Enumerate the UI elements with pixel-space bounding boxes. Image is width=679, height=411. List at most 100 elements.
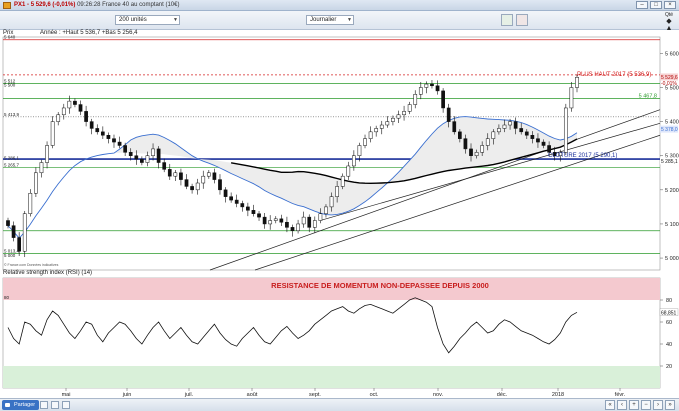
zoom-controls: « ‹ + − › » bbox=[605, 400, 675, 410]
candle-body bbox=[491, 131, 496, 139]
candle-body bbox=[67, 100, 72, 109]
candle-body bbox=[513, 121, 518, 129]
candle-body bbox=[84, 111, 88, 122]
settings-icon[interactable] bbox=[62, 401, 70, 409]
candle-body bbox=[480, 145, 485, 153]
candle-body bbox=[547, 145, 551, 153]
print-icon[interactable] bbox=[40, 401, 48, 409]
units-select[interactable]: 200 unités ▼ bbox=[115, 15, 180, 25]
chart-svg: 5 0005 1005 2005 3005 4005 5005 60080604… bbox=[2, 35, 679, 398]
candle-body bbox=[22, 213, 27, 252]
candle-body bbox=[179, 172, 183, 180]
candle-body bbox=[530, 134, 535, 139]
candle-body bbox=[357, 145, 362, 156]
units-select-value: 200 unités bbox=[119, 17, 147, 23]
candle-body bbox=[123, 145, 127, 153]
data-source-note: © France.com Données indicatives bbox=[4, 263, 59, 267]
candle-body bbox=[56, 114, 61, 122]
candle-body bbox=[190, 186, 194, 191]
candle-body bbox=[519, 128, 524, 133]
rsi-label: Relative strength index (RSI) (14) bbox=[3, 270, 93, 276]
candle-body bbox=[257, 213, 261, 218]
rsi-value-tag: 68,851 bbox=[661, 310, 677, 316]
candle-body bbox=[307, 216, 312, 228]
annotation-high-2017: PLUS HAUT 2017 (5 536,9) bbox=[577, 72, 651, 78]
candle-body bbox=[156, 148, 161, 163]
price-label: Prix bbox=[3, 30, 14, 36]
candle-body bbox=[452, 121, 457, 133]
y-tick-label: 5 600 bbox=[665, 51, 679, 57]
rsi-tick-label: 20 bbox=[666, 364, 672, 370]
y-tick-label: 5 100 bbox=[665, 222, 679, 228]
candle-body bbox=[502, 124, 507, 129]
candle-body bbox=[262, 216, 267, 225]
prev-icon[interactable]: ‹ bbox=[617, 400, 627, 410]
period-select[interactable]: Journalier ▼ bbox=[306, 15, 354, 25]
candle-body bbox=[162, 162, 167, 170]
close-icon[interactable]: × bbox=[664, 1, 676, 9]
y-tick-label: 5 400 bbox=[665, 120, 679, 126]
chart-type-icon[interactable] bbox=[501, 14, 513, 26]
next-icon[interactable]: › bbox=[653, 400, 663, 410]
candle-body bbox=[78, 104, 83, 112]
share-button[interactable]: Partager bbox=[2, 400, 40, 410]
candle-body bbox=[329, 196, 334, 208]
zoom-control[interactable]: Qté ◆ ▲ bbox=[665, 12, 673, 32]
chevron-down-icon: ▼ bbox=[347, 17, 352, 23]
maximize-icon[interactable]: □ bbox=[650, 1, 662, 9]
annotation-close-2017: CLOTURE 2017 (5 290,1) bbox=[548, 153, 617, 159]
annotation-momentum: RESISTANCE DE MOMENTUM NON-DEPASSEE DEPU… bbox=[271, 281, 489, 290]
left-level-label: 5 265,7 bbox=[4, 162, 20, 167]
candle-body bbox=[575, 77, 579, 88]
minimize-icon[interactable]: – bbox=[636, 1, 648, 9]
candle-body bbox=[145, 155, 150, 163]
left-level-label: 5 000 bbox=[4, 253, 16, 258]
rsi-zone-label: 80 bbox=[4, 295, 10, 300]
candle-body bbox=[61, 107, 66, 116]
candle-body bbox=[340, 175, 345, 187]
candle-body bbox=[396, 114, 401, 119]
candle-body bbox=[413, 94, 418, 105]
candle-body bbox=[318, 213, 323, 221]
candle-body bbox=[39, 162, 44, 174]
candle-body bbox=[446, 107, 451, 122]
candle-body bbox=[379, 124, 384, 129]
candle-body bbox=[201, 175, 206, 184]
zoom-in-icon[interactable]: + bbox=[629, 400, 639, 410]
candle-body bbox=[268, 220, 273, 225]
candle-body bbox=[151, 148, 155, 156]
candle-body bbox=[485, 138, 490, 146]
candle-body bbox=[563, 107, 568, 153]
status-bar: Partager « ‹ + − › » bbox=[0, 398, 679, 411]
candle-body bbox=[536, 138, 540, 143]
candle-body bbox=[234, 199, 239, 204]
year-range-label: Année : +Haut 5 536,7 +Bas 5 256,4 bbox=[40, 30, 138, 36]
candle-body bbox=[324, 206, 328, 214]
candle-body bbox=[6, 220, 10, 226]
first-icon[interactable]: « bbox=[605, 400, 615, 410]
candle-body bbox=[374, 128, 379, 133]
rsi-tick-label: 60 bbox=[666, 320, 672, 326]
candle-body bbox=[218, 179, 222, 191]
period-select-value: Journalier bbox=[310, 17, 337, 23]
rsi-tick-label: 80 bbox=[666, 298, 672, 304]
export-icon[interactable] bbox=[51, 401, 59, 409]
rsi-tick-label: 40 bbox=[666, 342, 672, 348]
title-rest: 09:26:28 France 40 au comptant (10€) bbox=[77, 2, 180, 8]
last-icon[interactable]: » bbox=[665, 400, 675, 410]
close-tag: 5 285,1 bbox=[661, 159, 678, 165]
left-level-label: 5 286,1 bbox=[4, 155, 20, 160]
indicator-icon[interactable] bbox=[516, 14, 528, 26]
candle-body bbox=[240, 203, 245, 208]
candle-body bbox=[430, 83, 434, 87]
window-controls: – □ × bbox=[636, 1, 676, 9]
candle-body bbox=[569, 87, 574, 109]
candle-body bbox=[335, 186, 339, 197]
candle-body bbox=[212, 172, 217, 180]
candle-body bbox=[251, 210, 256, 214]
zoom-out-icon[interactable]: − bbox=[641, 400, 651, 410]
candle-body bbox=[229, 196, 233, 201]
candle-body bbox=[34, 172, 38, 194]
candle-body bbox=[112, 138, 116, 143]
candle-body bbox=[134, 155, 139, 160]
